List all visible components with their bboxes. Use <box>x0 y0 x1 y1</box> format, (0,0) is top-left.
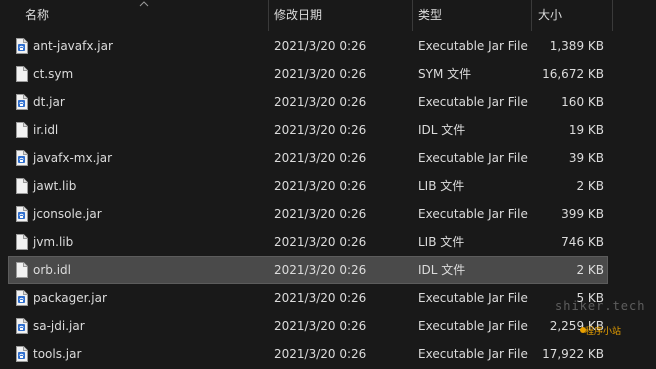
sort-ascending-icon[interactable] <box>139 0 149 8</box>
file-row[interactable]: jconsole.jar 2021/3/20 0:26 Executable J… <box>9 201 607 227</box>
file-name: orb.idl <box>33 263 71 277</box>
file-type: SYM 文件 <box>418 67 472 81</box>
file-row[interactable]: packager.jar 2021/3/20 0:26 Executable J… <box>9 285 607 311</box>
column-divider[interactable] <box>412 0 413 31</box>
file-type: Executable Jar File <box>418 39 528 53</box>
file-size: 399 KB <box>561 207 604 221</box>
file-name: jconsole.jar <box>33 207 102 221</box>
file-type: Executable Jar File <box>418 291 528 305</box>
column-divider[interactable] <box>612 0 613 31</box>
file-size: 16,672 KB <box>542 67 604 81</box>
jar-file-icon <box>15 94 28 110</box>
file-type: Executable Jar File <box>418 347 528 361</box>
file-row-selected[interactable]: orb.idl 2021/3/20 0:26 IDL 文件 2 KB <box>8 256 608 284</box>
column-divider[interactable] <box>268 0 269 31</box>
file-name: ir.idl <box>33 123 59 137</box>
file-row[interactable]: jvm.lib 2021/3/20 0:26 LIB 文件 746 KB <box>9 229 607 255</box>
file-date: 2021/3/20 0:26 <box>274 179 367 193</box>
file-row[interactable]: ir.idl 2021/3/20 0:26 IDL 文件 19 KB <box>9 117 607 143</box>
file-size: 39 KB <box>568 151 604 165</box>
file-date: 2021/3/20 0:26 <box>274 39 367 53</box>
column-header-name[interactable]: 名称 <box>25 0 49 31</box>
file-size: 746 KB <box>561 235 604 249</box>
file-name: ant-javafx.jar <box>33 39 113 53</box>
blank-file-icon <box>15 234 28 250</box>
file-date: 2021/3/20 0:26 <box>274 235 367 249</box>
file-type: Executable Jar File <box>418 151 528 165</box>
file-type: Executable Jar File <box>418 207 528 221</box>
file-name: javafx-mx.jar <box>33 151 113 165</box>
file-name: jvm.lib <box>33 235 74 249</box>
file-name: jawt.lib <box>33 179 77 193</box>
file-size: 17,922 KB <box>542 347 604 361</box>
file-row[interactable]: ct.sym 2021/3/20 0:26 SYM 文件 16,672 KB <box>9 61 607 87</box>
file-size: 1,389 KB <box>549 39 604 53</box>
file-size: 2 KB <box>576 263 604 277</box>
watermark-badge: 程序小站 <box>585 327 622 337</box>
file-explorer-list: 名称 修改日期 类型 大小 ant-javafx.jar 2021/3/20 0… <box>0 0 656 369</box>
file-name: packager.jar <box>33 291 107 305</box>
file-date: 2021/3/20 0:26 <box>274 67 367 81</box>
jar-file-icon <box>15 318 28 334</box>
column-divider[interactable] <box>531 0 532 31</box>
column-header-bar: 名称 修改日期 类型 大小 <box>0 0 656 31</box>
file-name: dt.jar <box>33 95 65 109</box>
file-name: sa-jdi.jar <box>33 319 85 333</box>
file-row[interactable]: ant-javafx.jar 2021/3/20 0:26 Executable… <box>9 33 607 59</box>
blank-file-icon <box>15 122 28 138</box>
file-date: 2021/3/20 0:26 <box>274 123 367 137</box>
file-date: 2021/3/20 0:26 <box>274 151 367 165</box>
column-header-type[interactable]: 类型 <box>418 0 442 31</box>
file-date: 2021/3/20 0:26 <box>274 291 367 305</box>
file-name: tools.jar <box>33 347 82 361</box>
blank-file-icon <box>15 66 28 82</box>
file-size: 2 KB <box>576 179 604 193</box>
file-type: Executable Jar File <box>418 319 528 333</box>
jar-file-icon <box>15 346 28 362</box>
file-type: LIB 文件 <box>418 235 465 249</box>
file-name: ct.sym <box>33 67 74 81</box>
file-date: 2021/3/20 0:26 <box>274 95 367 109</box>
column-header-date[interactable]: 修改日期 <box>274 0 322 31</box>
blank-file-icon <box>15 178 28 194</box>
blank-file-icon <box>15 262 28 278</box>
file-size: 19 KB <box>568 123 604 137</box>
file-type: IDL 文件 <box>418 123 466 137</box>
file-type: Executable Jar File <box>418 95 528 109</box>
file-row[interactable]: dt.jar 2021/3/20 0:26 Executable Jar Fil… <box>9 89 607 115</box>
file-date: 2021/3/20 0:26 <box>274 347 367 361</box>
file-date: 2021/3/20 0:26 <box>274 207 367 221</box>
column-header-size[interactable]: 大小 <box>538 0 562 31</box>
file-row[interactable]: tools.jar 2021/3/20 0:26 Executable Jar … <box>9 341 607 367</box>
file-date: 2021/3/20 0:26 <box>274 319 367 333</box>
file-date: 2021/3/20 0:26 <box>274 263 367 277</box>
watermark-text: shiker.tech <box>555 299 646 313</box>
jar-file-icon <box>15 290 28 306</box>
file-row[interactable]: jawt.lib 2021/3/20 0:26 LIB 文件 2 KB <box>9 173 607 199</box>
jar-file-icon <box>15 150 28 166</box>
jar-file-icon <box>15 206 28 222</box>
file-size: 160 KB <box>561 95 604 109</box>
file-type: IDL 文件 <box>418 263 466 277</box>
file-type: LIB 文件 <box>418 179 465 193</box>
jar-file-icon <box>15 38 28 54</box>
file-row[interactable]: javafx-mx.jar 2021/3/20 0:26 Executable … <box>9 145 607 171</box>
file-row[interactable]: sa-jdi.jar 2021/3/20 0:26 Executable Jar… <box>9 313 607 339</box>
